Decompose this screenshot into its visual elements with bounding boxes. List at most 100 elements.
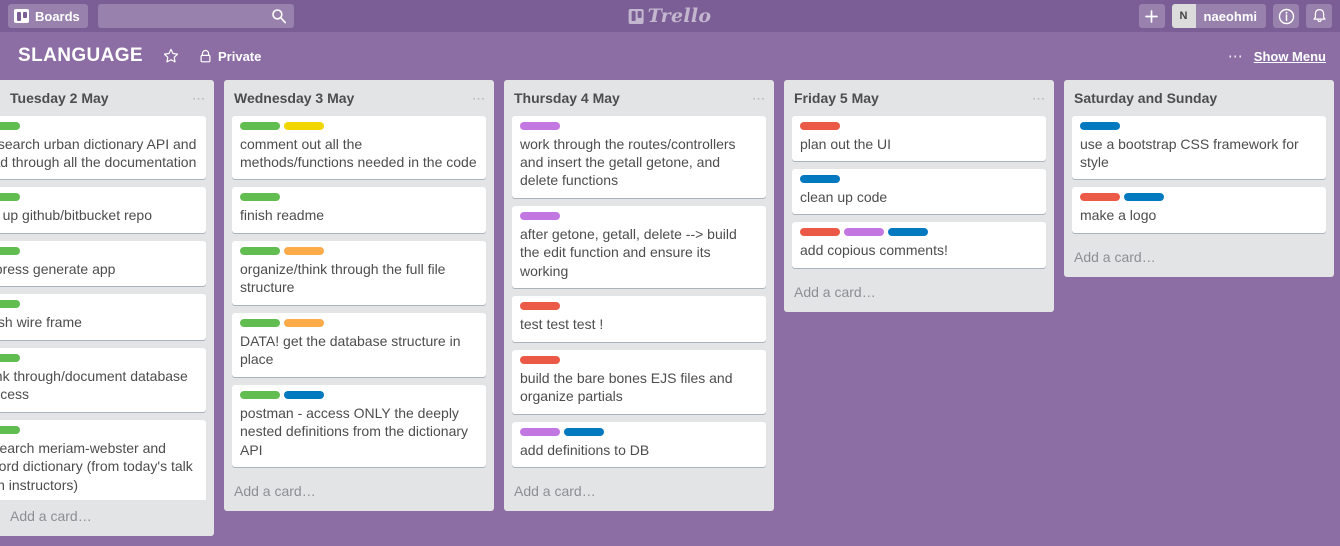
card[interactable]: use a bootstrap CSS framework for style (1072, 115, 1326, 180)
card-labels (240, 193, 478, 202)
card[interactable]: research meriam-webster and oxford dicti… (0, 419, 206, 500)
card-title: organize/think through the full file str… (240, 260, 446, 296)
card[interactable]: make a logo (1072, 187, 1326, 233)
card-title: work through the routes/controllers and … (520, 135, 736, 189)
card[interactable]: express generate app (0, 240, 206, 287)
card-label[interactable] (800, 228, 840, 237)
search-icon[interactable] (271, 8, 287, 24)
card-label[interactable] (284, 246, 324, 255)
card[interactable]: clean up code (792, 168, 1046, 215)
list-title[interactable]: Friday 5 May (794, 90, 1032, 108)
card-label[interactable] (0, 246, 20, 255)
add-card-button[interactable]: Add a card… (784, 276, 1054, 312)
card[interactable]: Research urban dictionary API and read t… (0, 115, 206, 180)
card-label[interactable] (0, 193, 20, 202)
list-menu-dots-button[interactable]: ⋯ (472, 92, 486, 105)
card[interactable]: finish readme (232, 187, 486, 233)
card-label[interactable] (520, 302, 560, 311)
card-label[interactable] (520, 427, 560, 436)
board-header-right: ⋯ Show Menu (1228, 49, 1326, 64)
card[interactable]: plan out the UI (792, 115, 1046, 161)
card-label[interactable] (0, 425, 20, 434)
trello-logo-icon (628, 8, 644, 24)
card-labels (0, 193, 198, 202)
card[interactable]: finish wire frame (0, 294, 206, 340)
card-label[interactable] (800, 174, 840, 183)
card[interactable]: add copious comments! (792, 222, 1046, 268)
card-label[interactable] (520, 211, 560, 220)
card-label[interactable] (284, 121, 324, 130)
search-box[interactable] (97, 4, 294, 28)
list-title[interactable]: Tuesday 2 May (10, 90, 192, 108)
star-button[interactable] (157, 44, 185, 68)
list: Saturday and Sunday use a bootstrap CSS f… (1064, 80, 1334, 277)
card-label[interactable] (240, 193, 280, 202)
card-label[interactable] (0, 121, 20, 130)
boards-icon (14, 9, 29, 23)
card-title: make a logo (1080, 207, 1157, 224)
card-label[interactable] (1124, 193, 1164, 202)
notifications-button[interactable] (1306, 4, 1332, 28)
card-label[interactable] (520, 121, 560, 130)
list-title[interactable]: Saturday and Sunday (1074, 90, 1326, 108)
card-label[interactable] (1080, 193, 1120, 202)
show-menu-link[interactable]: Show Menu (1254, 49, 1326, 64)
card[interactable]: build the bare bones EJS files and organ… (512, 349, 766, 414)
card-label[interactable] (240, 318, 280, 327)
card[interactable]: add definitions to DB (512, 421, 766, 468)
card[interactable]: after getone, getall, delete --> build t… (512, 205, 766, 289)
card-labels (520, 427, 758, 436)
board-menu-dots-button[interactable]: ⋯ (1228, 49, 1244, 64)
list-menu-dots-button[interactable]: ⋯ (1032, 92, 1046, 105)
board-title[interactable]: SLANGUAGE (18, 45, 143, 67)
card-title: finish wire frame (0, 314, 82, 331)
add-button[interactable] (1138, 4, 1165, 28)
card-list: work through the routes/controllers and … (504, 115, 774, 476)
privacy-button[interactable]: Private (193, 45, 267, 68)
card-labels (800, 228, 1038, 237)
card-label[interactable] (844, 228, 884, 237)
info-button[interactable] (1273, 4, 1299, 28)
card-label[interactable] (564, 427, 604, 436)
card-label[interactable] (800, 121, 840, 130)
card-title: research meriam-webster and oxford dicti… (0, 439, 193, 493)
card-title: express generate app (0, 260, 116, 277)
trello-logo[interactable]: Trello (628, 5, 712, 27)
card-labels (240, 390, 478, 399)
card-title: DATA! get the database structure in plac… (240, 332, 461, 368)
card-label[interactable] (284, 318, 324, 327)
card[interactable]: test test test ! (512, 296, 766, 342)
add-card-button[interactable]: Add a card… (0, 500, 214, 536)
card[interactable]: organize/think through the full file str… (232, 240, 486, 305)
add-card-button[interactable]: Add a card… (224, 475, 494, 511)
card[interactable]: comment out all the methods/functions ne… (232, 115, 486, 180)
card-labels (240, 121, 478, 130)
card-title: clean up code (800, 188, 888, 205)
card-title: postman - access ONLY the deeply nested … (240, 404, 469, 458)
card[interactable]: work through the routes/controllers and … (512, 115, 766, 198)
add-card-button[interactable]: Add a card… (504, 475, 774, 511)
card-label[interactable] (284, 390, 324, 399)
boards-button[interactable]: Boards (8, 4, 88, 28)
card-label[interactable] (240, 246, 280, 255)
add-card-button[interactable]: Add a card… (1064, 241, 1334, 277)
search-input[interactable] (97, 4, 294, 28)
card-label[interactable] (520, 355, 560, 364)
card-label[interactable] (0, 300, 20, 309)
list-title[interactable]: Thursday 4 May (514, 90, 752, 108)
card[interactable]: think through/document database process (0, 347, 206, 412)
card-label[interactable] (888, 228, 928, 237)
card[interactable]: DATA! get the database structure in plac… (232, 312, 486, 377)
card-label[interactable] (240, 390, 280, 399)
lock-icon (200, 49, 211, 62)
list-menu-dots-button[interactable]: ⋯ (192, 92, 206, 105)
card-label[interactable] (1080, 121, 1120, 130)
list-title[interactable]: Wednesday 3 May (234, 90, 472, 108)
boards-button-label: Boards (35, 8, 80, 24)
member-menu-button[interactable]: N naeohmi (1171, 4, 1266, 28)
list-menu-dots-button[interactable]: ⋯ (752, 92, 766, 105)
card[interactable]: set up github/bitbucket repo (0, 187, 206, 233)
card-label[interactable] (0, 353, 20, 362)
card[interactable]: postman - access ONLY the deeply nested … (232, 384, 486, 468)
card-label[interactable] (240, 121, 280, 130)
